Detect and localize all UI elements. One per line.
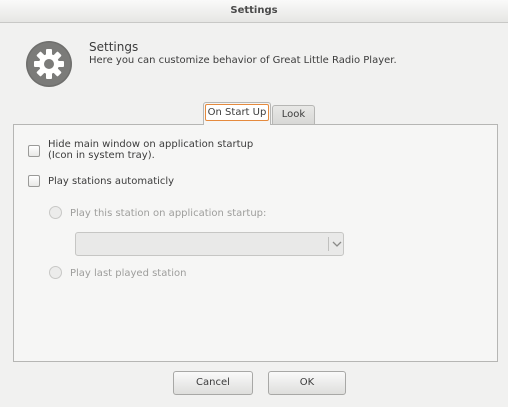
station-select[interactable] — [75, 232, 344, 256]
gear-icon — [26, 41, 72, 87]
tab-look[interactable]: Look — [272, 105, 315, 124]
play-last-station-label: Play last played station — [70, 268, 187, 279]
play-this-station-label: Play this station on application startup… — [70, 208, 267, 219]
chevron-down-icon — [332, 241, 342, 247]
header-description: Here you can customize behavior of Great… — [89, 55, 397, 66]
tab-on-start-up[interactable]: On Start Up — [203, 102, 271, 125]
hide-main-window-checkbox[interactable] — [28, 145, 40, 157]
cancel-button[interactable]: Cancel — [173, 371, 253, 395]
hide-main-window-label-line1: Hide main window on application startup — [48, 139, 254, 150]
ok-button[interactable]: OK — [268, 371, 346, 395]
hide-main-window-label-line2: (Icon in system tray). — [48, 150, 155, 161]
play-automatically-label: Play stations automaticly — [48, 176, 175, 187]
play-last-station-radio[interactable] — [49, 266, 62, 279]
tab-label-on-start-up: On Start Up — [204, 104, 270, 121]
play-this-station-radio[interactable] — [49, 206, 62, 219]
window-titlebar: Settings — [0, 0, 508, 23]
window-title: Settings — [230, 5, 278, 16]
station-select-separator — [328, 237, 329, 251]
play-automatically-checkbox[interactable] — [28, 175, 40, 187]
header-title: Settings — [89, 40, 139, 54]
